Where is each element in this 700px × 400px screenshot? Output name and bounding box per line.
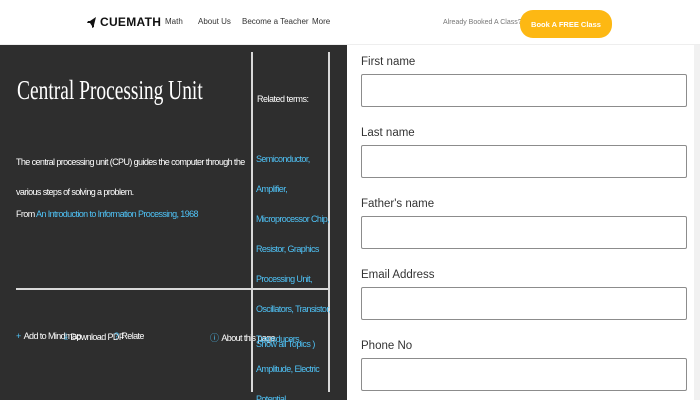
term-source: From An Introduction to Information Proc… bbox=[16, 209, 199, 219]
action-label: Relate bbox=[121, 331, 144, 341]
term-title: Central Processing Unit bbox=[17, 75, 203, 105]
last-name-label: Last name bbox=[361, 127, 415, 139]
last-name-field[interactable] bbox=[361, 145, 687, 178]
page-scrollbar[interactable] bbox=[694, 45, 700, 400]
source-label: From bbox=[16, 209, 37, 219]
source-link[interactable]: An Introduction to Information Processin… bbox=[36, 209, 199, 219]
first-name-field[interactable] bbox=[361, 74, 687, 107]
top-navbar: CUEMATH Math About Us Become a Teacher M… bbox=[0, 0, 700, 45]
term-info-panel: Central Processing Unit The central proc… bbox=[0, 45, 347, 400]
email-field[interactable] bbox=[361, 287, 687, 320]
rocket-icon bbox=[87, 17, 96, 28]
email-label: Email Address bbox=[361, 269, 435, 281]
cuemath-logo[interactable]: CUEMATH bbox=[87, 15, 161, 29]
relate-button[interactable]: ? Relate bbox=[114, 331, 144, 341]
book-free-class-button[interactable]: Book A FREE Class bbox=[520, 10, 612, 38]
related-term-link[interactable]: Resistor bbox=[256, 244, 284, 254]
related-terms-title: Related terms: bbox=[257, 94, 309, 104]
related-terms-list: Semiconductor, Amplifier, Microprocessor… bbox=[256, 144, 332, 400]
nav-link-become-teacher[interactable]: Become a Teacher bbox=[242, 17, 309, 26]
nav-link-more[interactable]: More bbox=[312, 17, 330, 26]
related-terms-box: Related terms: Semiconductor, Amplifier,… bbox=[251, 52, 331, 400]
nav-link-math[interactable]: Math bbox=[165, 17, 183, 26]
phone-label: Phone No bbox=[361, 340, 413, 352]
already-booked-link[interactable]: Already Booked A Class? bbox=[443, 19, 522, 26]
signup-form: First name Last name Father's name Email… bbox=[347, 45, 700, 400]
related-term-link[interactable]: Microprocessor Chip bbox=[256, 214, 328, 224]
related-term-link[interactable]: Semiconductor bbox=[256, 154, 308, 164]
brand-name: CUEMATH bbox=[100, 15, 162, 29]
related-term-link[interactable]: Oscillators bbox=[256, 304, 292, 314]
related-term-link[interactable]: Transistor bbox=[295, 304, 329, 314]
plus-icon: + bbox=[16, 331, 21, 341]
phone-field[interactable] bbox=[361, 358, 687, 391]
related-term-link[interactable]: Amplitude bbox=[256, 364, 291, 374]
first-name-label: First name bbox=[361, 56, 416, 68]
term-description: The central processing unit (CPU) guides… bbox=[16, 157, 245, 197]
fathers-name-field[interactable] bbox=[361, 216, 687, 249]
related-term-link[interactable]: Amplifier bbox=[256, 184, 286, 194]
download-icon: ⤓ bbox=[64, 331, 68, 341]
info-icon: ⓘ bbox=[210, 333, 219, 343]
nav-link-about-us[interactable]: About Us bbox=[198, 17, 231, 26]
show-all-topics-link[interactable]: Show all Topics ) bbox=[256, 339, 315, 349]
question-icon: ? bbox=[114, 331, 119, 341]
fathers-name-label: Father's name bbox=[361, 198, 435, 210]
